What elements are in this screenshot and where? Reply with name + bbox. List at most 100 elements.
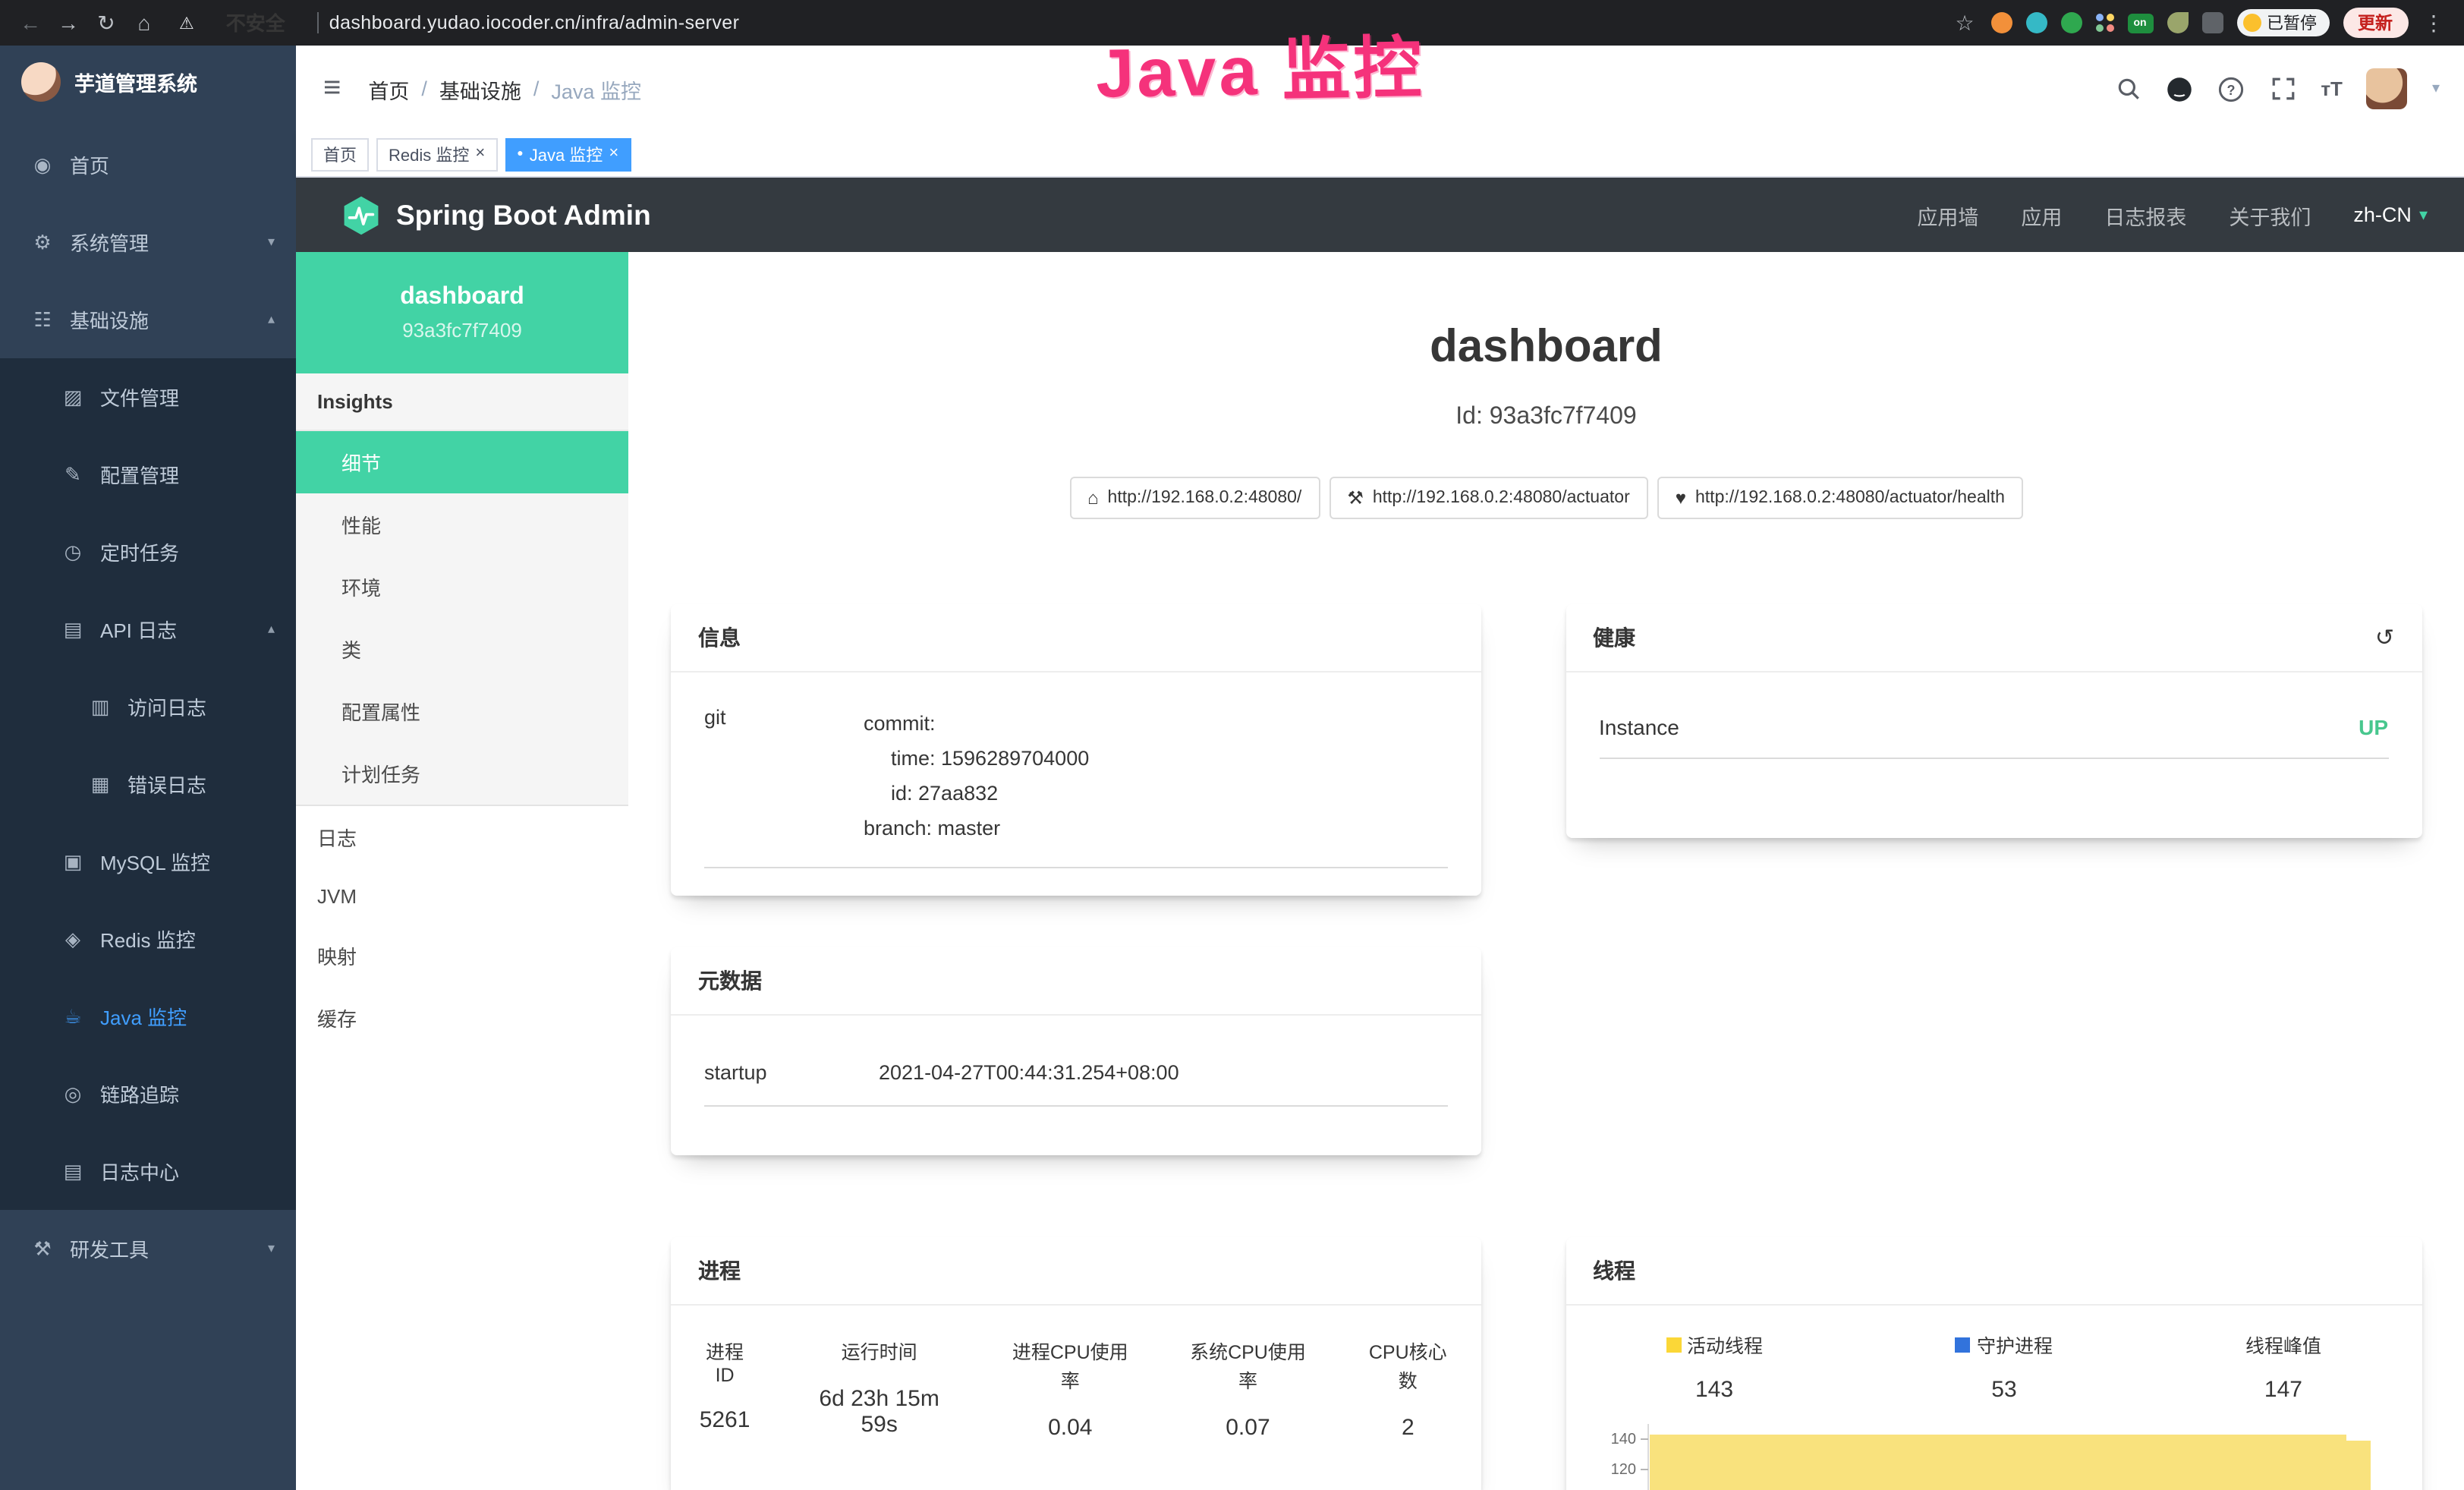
clock-icon: ◷: [61, 540, 85, 564]
sba-sidebar: dashboard 93a3fc7f7409 Insights 细节 性能 环境…: [296, 252, 628, 1490]
breadcrumb-infrastructure[interactable]: 基础设施: [439, 74, 521, 104]
history-icon[interactable]: ↺: [2375, 624, 2394, 651]
extension-icon[interactable]: [1990, 12, 2012, 33]
instance-subtitle: Id: 93a3fc7f7409: [671, 404, 2422, 431]
sidebar-item-mysql-monitor[interactable]: ▣ MySQL 监控: [0, 823, 296, 900]
instance-id: 93a3fc7f7409: [402, 319, 522, 342]
github-icon[interactable]: [2166, 75, 2193, 102]
back-icon[interactable]: ←: [18, 11, 42, 35]
service-url-button[interactable]: ⌂ http://192.168.0.2:48080/: [1069, 477, 1320, 519]
sba-item-environment[interactable]: 环境: [296, 556, 628, 618]
sba-instance-header[interactable]: dashboard 93a3fc7f7409: [296, 252, 628, 373]
sidebar-item-label: Redis 监控: [100, 925, 196, 953]
sba-nav-applications[interactable]: 应用: [2021, 200, 2062, 230]
metric-label: 运行时间: [803, 1336, 955, 1365]
kebab-menu-icon[interactable]: ⋮: [2422, 10, 2446, 36]
extension-on-icon[interactable]: on: [2127, 13, 2153, 33]
reload-icon[interactable]: ↻: [94, 10, 118, 36]
sidebar-item-java-monitor[interactable]: ☕ Java 监控: [0, 978, 296, 1055]
sba-item-caches[interactable]: 缓存: [296, 987, 628, 1049]
sidebar-item-dev-tools[interactable]: ⚒ 研发工具 ▾: [0, 1210, 296, 1287]
sidebar-item-label: 错误日志: [127, 770, 206, 799]
user-caret-icon[interactable]: ▾: [2432, 80, 2440, 97]
forward-icon[interactable]: →: [56, 11, 80, 35]
paused-badge[interactable]: 已暂停: [2236, 9, 2329, 36]
legend-value: 143: [1666, 1377, 1763, 1403]
warning-icon: ⚠: [179, 13, 194, 33]
legend-label: 守护进程: [1977, 1330, 2053, 1359]
app-sidebar: 芋道管理系统 ◉ 首页 ⚙ 系统管理 ▾ ☷ 基础设施 ▴: [0, 46, 296, 1490]
wrench-icon: ⚒: [1347, 487, 1364, 509]
fullscreen-icon[interactable]: [2269, 75, 2296, 102]
sidebar-item-system-management[interactable]: ⚙ 系统管理 ▾: [0, 203, 296, 281]
redis-icon: ◈: [61, 927, 85, 951]
tools-icon: ⚒: [30, 1236, 55, 1261]
sidebar-item-trace[interactable]: ◎ 链路追踪: [0, 1055, 296, 1132]
search-icon[interactable]: [2114, 75, 2141, 102]
font-size-icon[interactable]: тT: [2321, 77, 2343, 100]
metadata-card: 元数据 startup 2021-04-27T00:44:31.254+08:0…: [671, 947, 1481, 1155]
chevron-down-icon: ▾: [268, 1240, 275, 1257]
sidebar-item-infrastructure[interactable]: ☷ 基础设施 ▴: [0, 281, 296, 358]
access-log-icon: ▥: [88, 695, 112, 719]
log-icon: ▤: [61, 617, 85, 641]
tag-java-monitor[interactable]: ● Java 监控 ×: [505, 137, 631, 171]
sba-item-mappings[interactable]: 映射: [296, 925, 628, 987]
process-metric-process-cpu: 进程CPU使用率 0.04: [1007, 1336, 1133, 1441]
extension-icon[interactable]: [2060, 12, 2082, 33]
instance-title: dashboard: [671, 322, 2422, 373]
browser-chrome: ← → ↻ ⌂ ⚠ 不安全 dashboard.yudao.iocoder.cn…: [0, 0, 2464, 46]
sidebar-item-scheduled-jobs[interactable]: ◷ 定时任务: [0, 513, 296, 591]
user-avatar[interactable]: [2367, 68, 2408, 109]
sba-brand[interactable]: Spring Boot Admin: [341, 194, 651, 236]
sba-item-jvm[interactable]: JVM: [296, 868, 628, 925]
sba-nav-journal[interactable]: 日志报表: [2104, 200, 2186, 230]
insights-section: Insights 细节 性能 环境 类 配置属性 计划任务: [296, 373, 628, 806]
close-icon[interactable]: ×: [475, 146, 485, 162]
health-url-button[interactable]: ♥ http://192.168.0.2:48080/actuator/heal…: [1657, 477, 2023, 519]
actuator-url-button[interactable]: ⚒ http://192.168.0.2:48080/actuator: [1329, 477, 1647, 519]
sidebar-item-api-logs[interactable]: ▤ API 日志 ▴: [0, 591, 296, 668]
threads-legend: 活动线程 143 守护进程: [1596, 1330, 2391, 1403]
sidebar-item-file-management[interactable]: ▨ 文件管理: [0, 358, 296, 436]
health-row-label: Instance: [1599, 715, 1679, 739]
extension-icon[interactable]: [2025, 12, 2047, 33]
health-instance-row[interactable]: Instance UP: [1599, 703, 2388, 759]
sba-nav-wallboard[interactable]: 应用墙: [1917, 200, 1978, 230]
sidebar-item-home[interactable]: ◉ 首页: [0, 126, 296, 203]
process-card: 进程 进程ID 5261 运行时间 6d 23h 15m 59s: [671, 1237, 1481, 1490]
sidebar-item-config-management[interactable]: ✎ 配置管理: [0, 436, 296, 513]
instance-links: ⌂ http://192.168.0.2:48080/ ⚒ http://192…: [671, 477, 2422, 519]
help-icon[interactable]: ?: [2217, 75, 2245, 102]
sba-item-details[interactable]: 细节: [296, 431, 628, 493]
update-button[interactable]: 更新: [2343, 8, 2408, 38]
bookmark-star-icon[interactable]: ☆: [1953, 10, 1977, 36]
git-commit-line: commit:: [864, 706, 1447, 741]
hamburger-icon[interactable]: ≡: [314, 71, 350, 106]
home-icon[interactable]: ⌂: [132, 11, 156, 35]
sidebar-item-redis-monitor[interactable]: ◈ Redis 监控: [0, 900, 296, 978]
sidebar-item-error-logs[interactable]: ▦ 错误日志: [0, 745, 296, 823]
sba-nav-about[interactable]: 关于我们: [2229, 200, 2311, 230]
sidebar-item-log-center[interactable]: ▤ 日志中心: [0, 1132, 296, 1210]
extension-icon[interactable]: [2167, 12, 2188, 33]
database-icon: ▣: [61, 849, 85, 874]
tags-view: 首页 Redis 监控 × ● Java 监控 ×: [296, 132, 2464, 178]
close-icon[interactable]: ×: [609, 146, 618, 162]
breadcrumb-home[interactable]: 首页: [368, 74, 409, 104]
sidebar-item-access-logs[interactable]: ▥ 访问日志: [0, 668, 296, 745]
sba-item-classes[interactable]: 类: [296, 618, 628, 680]
app-logo[interactable]: 芋道管理系统: [0, 46, 296, 118]
extensions-puzzle-icon[interactable]: [2201, 12, 2223, 33]
tag-home[interactable]: 首页: [311, 137, 369, 171]
extensions-grid-icon[interactable]: [2095, 14, 2113, 32]
sba-item-config-props[interactable]: 配置属性: [296, 680, 628, 742]
sba-item-scheduled-tasks[interactable]: 计划任务: [296, 742, 628, 805]
tag-redis-monitor[interactable]: Redis 监控 ×: [376, 137, 497, 171]
metric-value: 5261: [698, 1407, 751, 1433]
locale-selector[interactable]: zh-CN ▾: [2353, 203, 2428, 226]
legend-live-threads: 活动线程 143: [1666, 1330, 1763, 1403]
sba-item-logs[interactable]: 日志: [296, 806, 628, 868]
sba-item-performance[interactable]: 性能: [296, 493, 628, 556]
infrastructure-icon: ☷: [30, 307, 55, 332]
